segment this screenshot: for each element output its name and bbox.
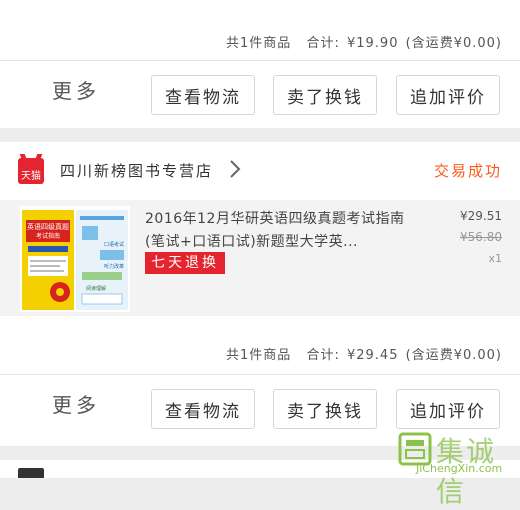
more-button[interactable]: 更多 [52, 389, 100, 418]
product-price: ¥29.51 [460, 209, 502, 223]
shop-logo-icon [18, 468, 44, 478]
order-card-1-footer: 共1件商品 合计: ¥19.90 (含运费¥0.00) 更多 查看物流 卖了换钱… [0, 0, 520, 128]
order-card-2: 天猫 四川新榜图书专营店 交易成功 英语四级真题 考试指南 口语考试 听力改革 … [0, 142, 520, 446]
shipping-note: (含运费¥0.00) [405, 348, 502, 363]
view-logistics-button[interactable]: 查看物流 [151, 389, 255, 429]
book-cover-image: 英语四级真题 考试指南 口语考试 听力改革 阅读理解 [20, 206, 130, 312]
tmall-logo-icon: 天猫 [18, 158, 44, 184]
add-review-button[interactable]: 追加评价 [396, 75, 500, 115]
product-quantity: x1 [488, 252, 502, 265]
seven-day-return-badge: 七天退换 [145, 252, 225, 274]
shipping-note: (含运费¥0.00) [405, 36, 502, 51]
order-item[interactable]: 英语四级真题 考试指南 口语考试 听力改革 阅读理解 2016年12月华研英语四… [0, 200, 520, 316]
more-button[interactable]: 更多 [52, 75, 100, 104]
resell-button[interactable]: 卖了换钱 [273, 75, 377, 115]
shop-name[interactable]: 四川新榜图书专营店 [60, 160, 213, 181]
watermark-url: JiChengXin.com [416, 462, 503, 475]
total-amount: ¥29.45 [346, 348, 399, 363]
total-label: 合计: [306, 36, 340, 51]
watermark: 集诚信 JiChengXin.com [396, 428, 516, 508]
order-summary: 共1件商品 合计: ¥19.90 (含运费¥0.00) [224, 32, 502, 51]
product-title[interactable]: 2016年12月华研英语四级真题考试指南(笔试+口语口试)新题型大学英... [145, 208, 415, 254]
resell-button[interactable]: 卖了换钱 [273, 389, 377, 429]
item-count: 共1件商品 [226, 348, 292, 363]
svg-text:听力改革: 听力改革 [104, 263, 124, 270]
svg-text:英语四级真题: 英语四级真题 [27, 222, 69, 231]
item-count: 共1件商品 [226, 36, 292, 51]
svg-text:口语考试: 口语考试 [104, 241, 124, 248]
shop-header[interactable]: 天猫 四川新榜图书专营店 交易成功 [0, 142, 520, 200]
view-logistics-button[interactable]: 查看物流 [151, 75, 255, 115]
svg-text:考试指南: 考试指南 [36, 232, 60, 240]
original-price: ¥56.80 [460, 230, 502, 244]
chevron-right-icon[interactable] [226, 158, 244, 180]
total-amount: ¥19.90 [346, 36, 399, 51]
order-actions: 更多 查看物流 卖了换钱 追加评价 [0, 61, 520, 129]
order-summary: 共1件商品 合计: ¥29.45 (含运费¥0.00) [224, 344, 502, 363]
order-status: 交易成功 [433, 162, 502, 180]
product-thumbnail[interactable]: 英语四级真题 考试指南 口语考试 听力改革 阅读理解 [20, 206, 130, 312]
add-review-button[interactable]: 追加评价 [396, 389, 500, 429]
svg-text:阅读理解: 阅读理解 [86, 285, 106, 292]
total-label: 合计: [306, 348, 340, 363]
